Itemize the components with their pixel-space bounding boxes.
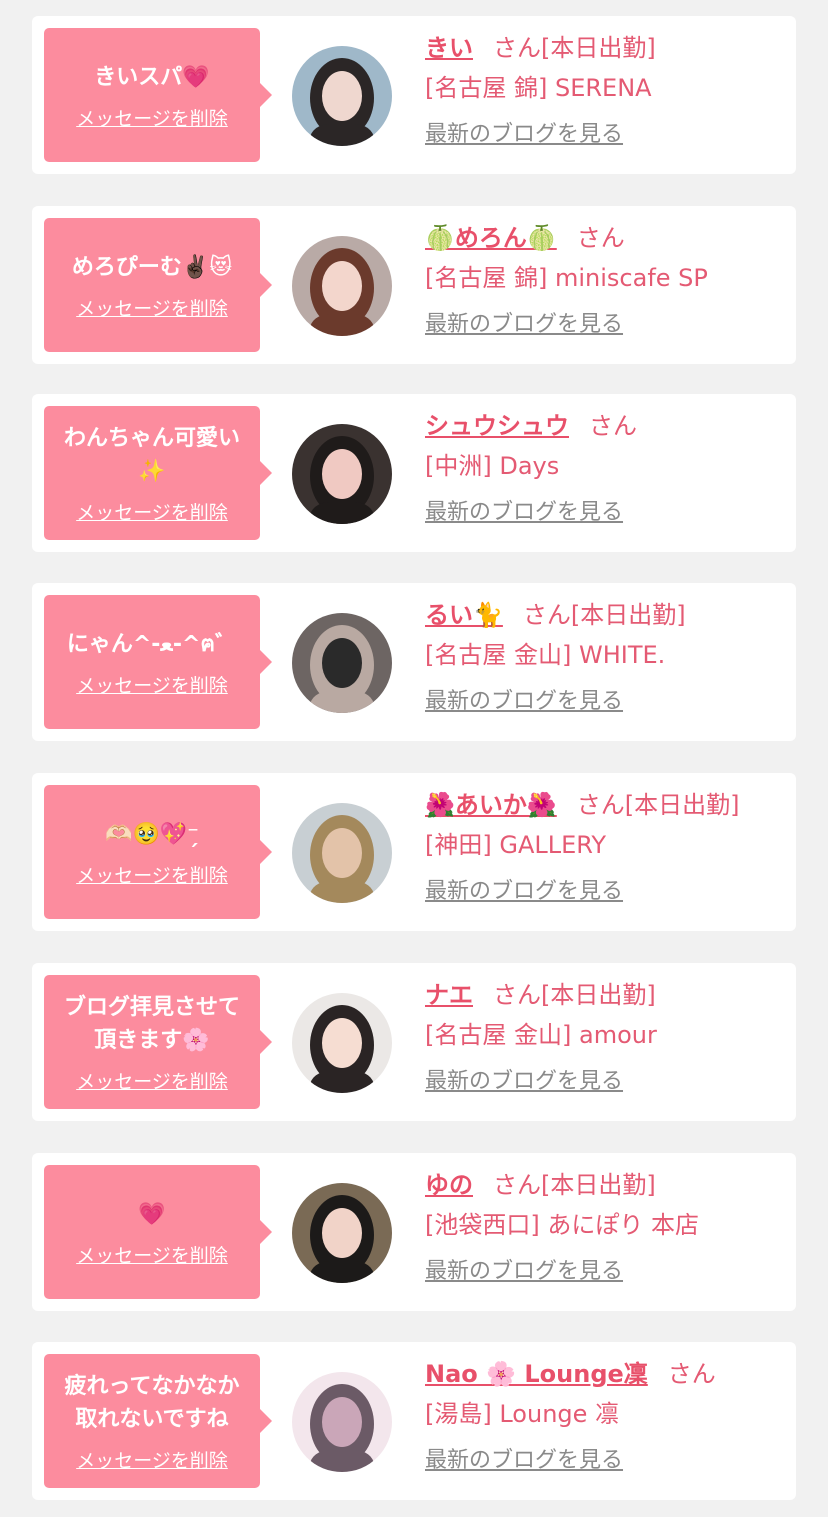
message-bubble: きいスパ💗 メッセージを削除: [44, 28, 272, 162]
avatar[interactable]: [292, 1183, 392, 1283]
latest-blog-link[interactable]: 最新のブログを見る: [425, 1067, 623, 1097]
avatar[interactable]: [292, 803, 392, 903]
profile-name-link[interactable]: ナエ: [425, 981, 473, 1009]
profile-name-link[interactable]: るい🐈: [425, 601, 503, 629]
avatar[interactable]: [292, 613, 392, 713]
avatar-photo: [292, 1372, 392, 1472]
shop-label: [名古屋 錦] miniscafe SP: [425, 264, 708, 292]
work-status: [本日出勤]: [541, 34, 656, 62]
profile-info: ナエ さん[本日出勤] [名古屋 金山] amour 最新のブログを見る: [425, 975, 788, 1097]
message-bubble: 疲れってなかなか 取れないですね メッセージを削除: [44, 1354, 272, 1488]
latest-blog-link[interactable]: 最新のブログを見る: [425, 1446, 623, 1476]
message-bubble: 💗 メッセージを削除: [44, 1165, 272, 1299]
profile-name-link[interactable]: 🌺あいか🌺: [425, 791, 557, 819]
latest-blog-link[interactable]: 最新のブログを見る: [425, 498, 623, 528]
favorite-card: 疲れってなかなか 取れないですね メッセージを削除 Nao 🌸 Lounge凜さ…: [32, 1342, 796, 1500]
work-status: [本日出勤]: [624, 791, 740, 819]
shop-label: [名古屋 金山] amour: [425, 1021, 657, 1049]
profile-info: 🌺あいか🌺 さん[本日出勤] [神田] GALLERY 最新のブログを見る: [425, 785, 788, 907]
avatar-photo: [292, 803, 392, 903]
avatar[interactable]: [292, 1372, 392, 1472]
favorite-card: めろぴーむ✌🏿😻 メッセージを削除 🍈めろん🍈 さん [名古屋 錦] minisc…: [32, 206, 796, 364]
message-text: 🫶🏻🥹💖⁻̗: [105, 821, 199, 847]
profile-name-link[interactable]: きい: [425, 34, 473, 62]
delete-message-link[interactable]: メッセージを削除: [76, 675, 228, 697]
message-text: 💗: [138, 1201, 166, 1227]
message-bubble: わんちゃん可愛い ✨ メッセージを削除: [44, 406, 272, 540]
latest-blog-link[interactable]: 最新のブログを見る: [425, 687, 623, 717]
honorific: さん: [493, 34, 541, 62]
profile-info: ゆの さん[本日出勤] [池袋西口] あにぽり 本店 最新のブログを見る: [425, 1165, 788, 1287]
latest-blog-link[interactable]: 最新のブログを見る: [425, 120, 623, 150]
shop-label: [中洲] Days: [425, 452, 560, 480]
delete-message-link[interactable]: メッセージを削除: [76, 502, 228, 524]
favorite-card: にゃん^-ﻌ-^ฅ゛ メッセージを削除 るい🐈 さん[本日出勤] [名古屋 金山]…: [32, 583, 796, 741]
avatar[interactable]: [292, 424, 392, 524]
favorite-card: 💗 メッセージを削除 ゆの さん[本日出勤] [池袋西口] あにぽり 本店 最新の…: [32, 1153, 796, 1311]
honorific: さん: [576, 791, 625, 819]
message-text: きいスパ💗: [94, 64, 210, 90]
honorific: さん: [493, 1171, 541, 1199]
profile-info: るい🐈 さん[本日出勤] [名古屋 金山] WHITE. 最新のブログを見る: [425, 595, 788, 717]
honorific: さん: [667, 1360, 716, 1388]
shop-label: [神田] GALLERY: [425, 831, 607, 859]
message-bubble: にゃん^-ﻌ-^ฅ゛ メッセージを削除: [44, 595, 272, 729]
avatar-photo: [292, 613, 392, 713]
favorite-card: わんちゃん可愛い ✨ メッセージを削除 シュウシュウ さん [中洲] Days 最…: [32, 394, 796, 552]
avatar-photo: [292, 993, 392, 1093]
favorite-card: ブログ拝見させて 頂きます🌸 メッセージを削除 ナエ さん[本日出勤] [名古屋 …: [32, 963, 796, 1121]
profile-info: Nao 🌸 Lounge凜 さん [湯島] Lounge 凛 最新のブログを見る: [425, 1354, 788, 1476]
avatar-photo: [292, 424, 392, 524]
message-text: めろぴーむ✌🏿😻: [71, 254, 233, 280]
profile-info: きい さん[本日出勤] [名古屋 錦] SERENA 最新のブログを見る: [425, 28, 788, 150]
delete-message-link[interactable]: メッセージを削除: [76, 1071, 228, 1093]
message-text: 疲れってなかなか 取れないですね: [64, 1374, 240, 1432]
message-bubble: めろぴーむ✌🏿😻 メッセージを削除: [44, 218, 272, 352]
latest-blog-link[interactable]: 最新のブログを見る: [425, 310, 623, 340]
delete-message-link[interactable]: メッセージを削除: [76, 865, 228, 887]
message-text: わんちゃん可愛い ✨: [63, 426, 240, 484]
honorific: さん: [589, 412, 637, 440]
delete-message-link[interactable]: メッセージを削除: [76, 298, 228, 320]
delete-message-link[interactable]: メッセージを削除: [76, 1245, 228, 1267]
delete-message-link[interactable]: メッセージを削除: [76, 1450, 228, 1472]
favorite-card: きいスパ💗 メッセージを削除 きい さん[本日出勤] [名古屋 錦] SERENA…: [32, 16, 796, 174]
shop-label: [池袋西口] あにぽり 本店: [425, 1211, 699, 1239]
profile-name-link[interactable]: シュウシュウ: [425, 412, 569, 440]
avatar-photo: [292, 236, 392, 336]
profile-info: シュウシュウ さん [中洲] Days 最新のブログを見る: [425, 406, 788, 528]
honorific: さん: [522, 601, 571, 629]
avatar-photo: [292, 1183, 392, 1283]
shop-label: [名古屋 金山] WHITE.: [425, 641, 666, 669]
latest-blog-link[interactable]: 最新のブログを見る: [425, 1257, 623, 1287]
avatar[interactable]: [292, 46, 392, 146]
work-status: [本日出勤]: [541, 1171, 656, 1199]
message-text: にゃん^-ﻌ-^ฅ゛: [66, 631, 238, 657]
profile-name-link[interactable]: 🍈めろん🍈: [425, 224, 557, 252]
honorific: さん: [576, 224, 625, 252]
work-status: [本日出勤]: [570, 601, 686, 629]
profile-info: 🍈めろん🍈 さん [名古屋 錦] miniscafe SP 最新のブログを見る: [425, 218, 788, 340]
avatar[interactable]: [292, 236, 392, 336]
message-bubble: ブログ拝見させて 頂きます🌸 メッセージを削除: [44, 975, 272, 1109]
message-text: ブログ拝見させて 頂きます🌸: [63, 995, 240, 1053]
avatar[interactable]: [292, 993, 392, 1093]
profile-name-link[interactable]: Nao 🌸 Lounge凜: [425, 1360, 648, 1388]
profile-name-link[interactable]: ゆの: [425, 1171, 473, 1199]
avatar-photo: [292, 46, 392, 146]
latest-blog-link[interactable]: 最新のブログを見る: [425, 877, 623, 907]
work-status: [本日出勤]: [541, 981, 656, 1009]
favorite-card: 🫶🏻🥹💖⁻̗ メッセージを削除 🌺あいか🌺 さん[本日出勤] [神田] GALLE…: [32, 773, 796, 931]
shop-label: [名古屋 錦] SERENA: [425, 74, 652, 102]
honorific: さん: [493, 981, 541, 1009]
message-bubble: 🫶🏻🥹💖⁻̗ メッセージを削除: [44, 785, 272, 919]
shop-label: [湯島] Lounge 凛: [425, 1400, 620, 1428]
delete-message-link[interactable]: メッセージを削除: [76, 108, 228, 130]
